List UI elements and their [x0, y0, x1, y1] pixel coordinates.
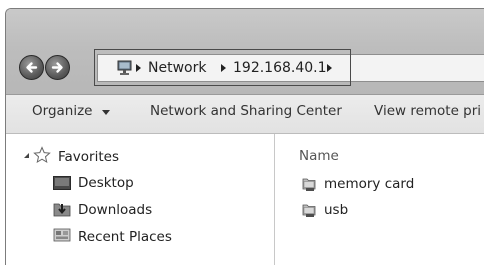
list-item-memory-card[interactable]: memory card: [324, 176, 414, 192]
favorites-node[interactable]: Favorites: [58, 149, 119, 165]
shared-folder-icon: [302, 204, 316, 217]
view-remote-printers-button[interactable]: View remote pri: [374, 103, 481, 119]
back-arrow-icon: [26, 62, 38, 73]
star-icon: [33, 146, 51, 164]
expand-triangle-icon[interactable]: [23, 152, 30, 159]
recent-places-icon: [53, 228, 71, 242]
nav-item-downloads[interactable]: Downloads: [78, 202, 152, 218]
nav-item-recent-places[interactable]: Recent Places: [78, 229, 172, 245]
downloads-icon: [53, 203, 71, 217]
list-item-usb[interactable]: usb: [324, 202, 348, 218]
network-sharing-center-button[interactable]: Network and Sharing Center: [150, 103, 342, 119]
chevron-down-icon[interactable]: [102, 110, 110, 115]
explorer-window: Network 192.168.40.1 Organize Network an…: [5, 8, 484, 265]
breadcrumb-separator-icon[interactable]: [136, 64, 141, 72]
organize-button[interactable]: Organize: [32, 103, 92, 119]
breadcrumb-separator-icon[interactable]: [221, 64, 226, 72]
shared-folder-icon: [302, 178, 316, 191]
pane-divider[interactable]: [274, 134, 275, 265]
back-button[interactable]: [19, 55, 44, 80]
network-location-icon: [117, 60, 132, 75]
breadcrumb-separator-icon[interactable]: [327, 64, 332, 72]
column-header-name[interactable]: Name: [299, 148, 339, 164]
breadcrumb-ip-address[interactable]: 192.168.40.1: [233, 60, 327, 76]
forward-button[interactable]: [45, 55, 70, 80]
breadcrumb-network[interactable]: Network: [148, 60, 206, 76]
forward-arrow-icon: [51, 62, 63, 73]
nav-item-desktop[interactable]: Desktop: [78, 175, 134, 191]
desktop-icon: [53, 176, 71, 190]
